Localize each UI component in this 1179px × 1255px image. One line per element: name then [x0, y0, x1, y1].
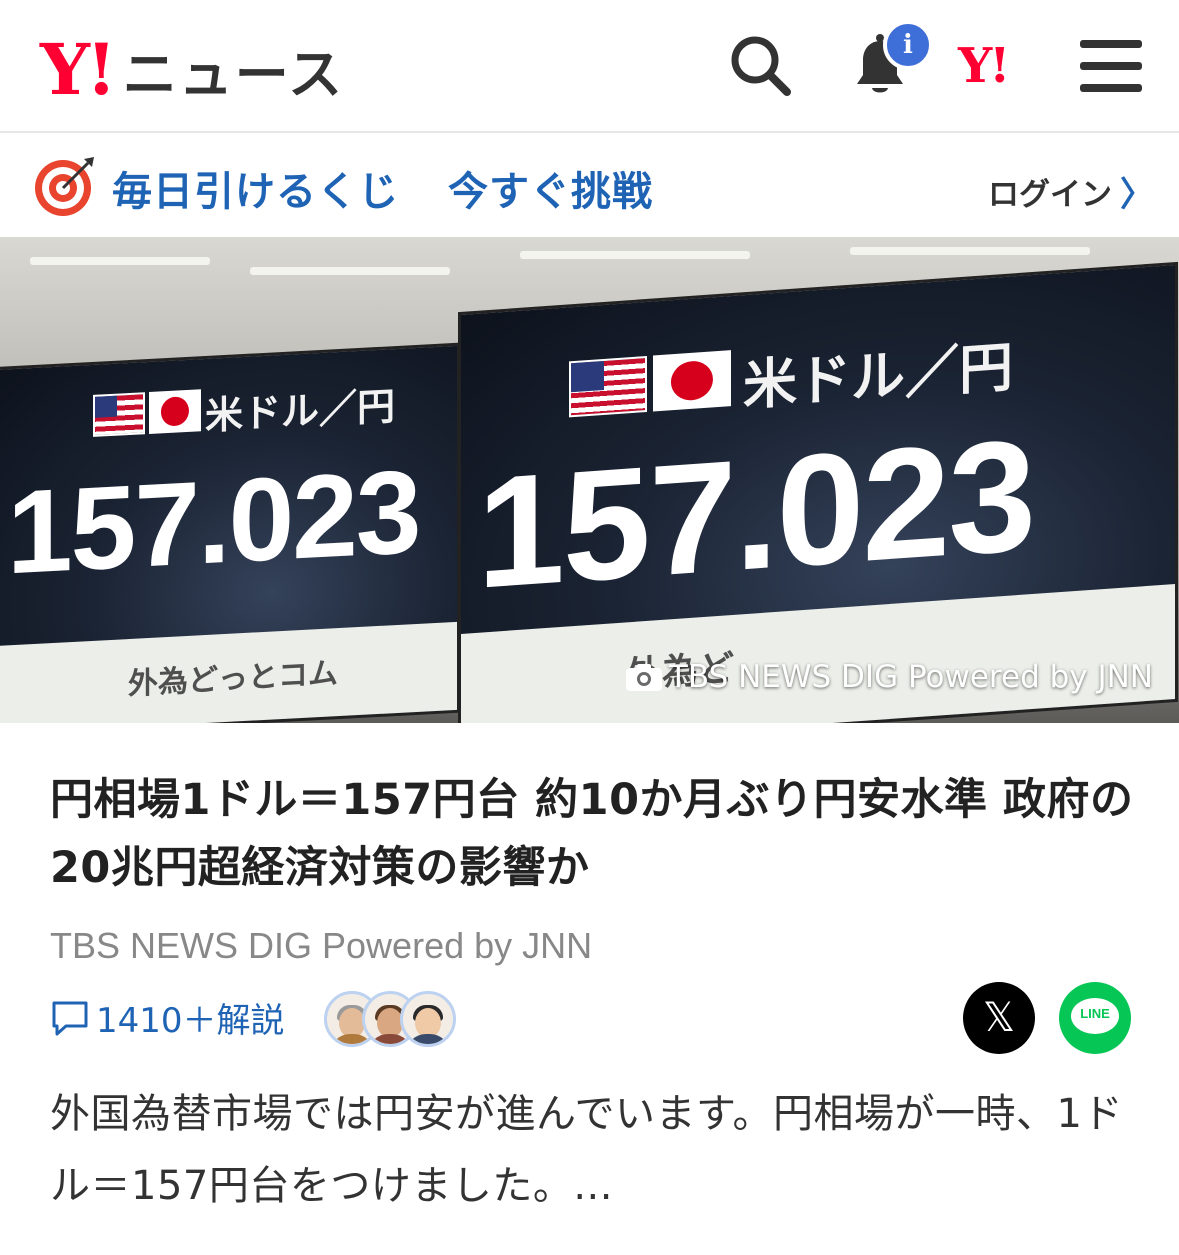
expert-avatars[interactable]: [324, 991, 456, 1047]
japan-flag-icon: [653, 350, 731, 412]
photo-credit: TBS NEWS DIG Powered by JNN: [625, 659, 1153, 695]
currency-pair-label: 米ドル／円: [205, 384, 396, 439]
ceiling-light: [520, 251, 750, 259]
camera-icon: [625, 664, 662, 691]
lottery-banner: 毎日引けるくじ 今すぐ挑戦 ログイン 〉: [0, 135, 1179, 237]
comments-link[interactable]: 1410＋解説: [50, 993, 285, 1042]
yahoo-news-logo[interactable]: Y! ニュース: [40, 30, 344, 109]
lottery-cta-link[interactable]: 今すぐ挑戦: [448, 159, 653, 217]
ceiling-light: [250, 267, 450, 275]
logo-text: ニュース: [122, 43, 345, 106]
rate-board-right: 米ドル／円 157.023 外為ど: [458, 261, 1178, 723]
notification-badge[interactable]: i: [883, 20, 933, 70]
article-source[interactable]: TBS NEWS DIG Powered by JNN: [50, 925, 592, 967]
chevron-right-icon: 〉: [1120, 175, 1154, 215]
us-flag-icon: [569, 355, 647, 418]
japan-flag-icon: [149, 389, 201, 434]
comment-count: 1410＋解説: [96, 1001, 285, 1041]
board-footer: 外為どっとコム: [0, 621, 457, 723]
target-icon: [35, 157, 94, 216]
search-icon[interactable]: [725, 30, 795, 100]
login-label: ログイン: [988, 177, 1112, 213]
menu-icon[interactable]: [1080, 38, 1142, 94]
us-flag-icon: [93, 392, 145, 437]
article-headline: 円相場1ドル＝157円台 約10か月ぶり円安水準 政府の20兆円超経済対策の影響…: [50, 775, 1134, 893]
share-line-button[interactable]: LINE: [1059, 982, 1131, 1054]
photo-credit-text: TBS NEWS DIG Powered by JNN: [668, 659, 1153, 695]
ceiling-light: [850, 247, 1090, 255]
lottery-text[interactable]: 毎日引けるくじ: [112, 159, 399, 217]
article-hero-image[interactable]: 米ドル／円 157.023 外為どっとコム 米ドル／円 157.023 外為ど …: [0, 237, 1179, 723]
line-label: LINE: [1080, 1006, 1110, 1021]
comment-icon: [52, 1001, 88, 1035]
ceiling-light: [30, 257, 210, 265]
login-link[interactable]: ログイン 〉: [988, 167, 1154, 216]
broker-name: 外為どっとコム: [128, 656, 338, 703]
rate-board-left: 米ドル／円 157.023 外為どっとコム: [0, 342, 460, 723]
currency-pair-label: 米ドル／円: [743, 335, 1013, 418]
yahoo-home-link[interactable]: Y!: [958, 38, 1010, 94]
article-summary[interactable]: 外国為替市場では円安が進んでいます。円相場が一時、1ドル＝157円台をつけました…: [50, 1078, 1140, 1222]
x-icon: 𝕏: [982, 995, 1016, 1041]
share-x-button[interactable]: 𝕏: [963, 982, 1035, 1054]
exchange-rate: 157.023: [477, 406, 1035, 622]
exchange-rate: 157.023: [7, 445, 420, 600]
yahoo-logo-mark: Y!: [40, 27, 117, 111]
app-header: Y! ニュース i Y!: [0, 0, 1179, 133]
avatar: [400, 991, 456, 1047]
